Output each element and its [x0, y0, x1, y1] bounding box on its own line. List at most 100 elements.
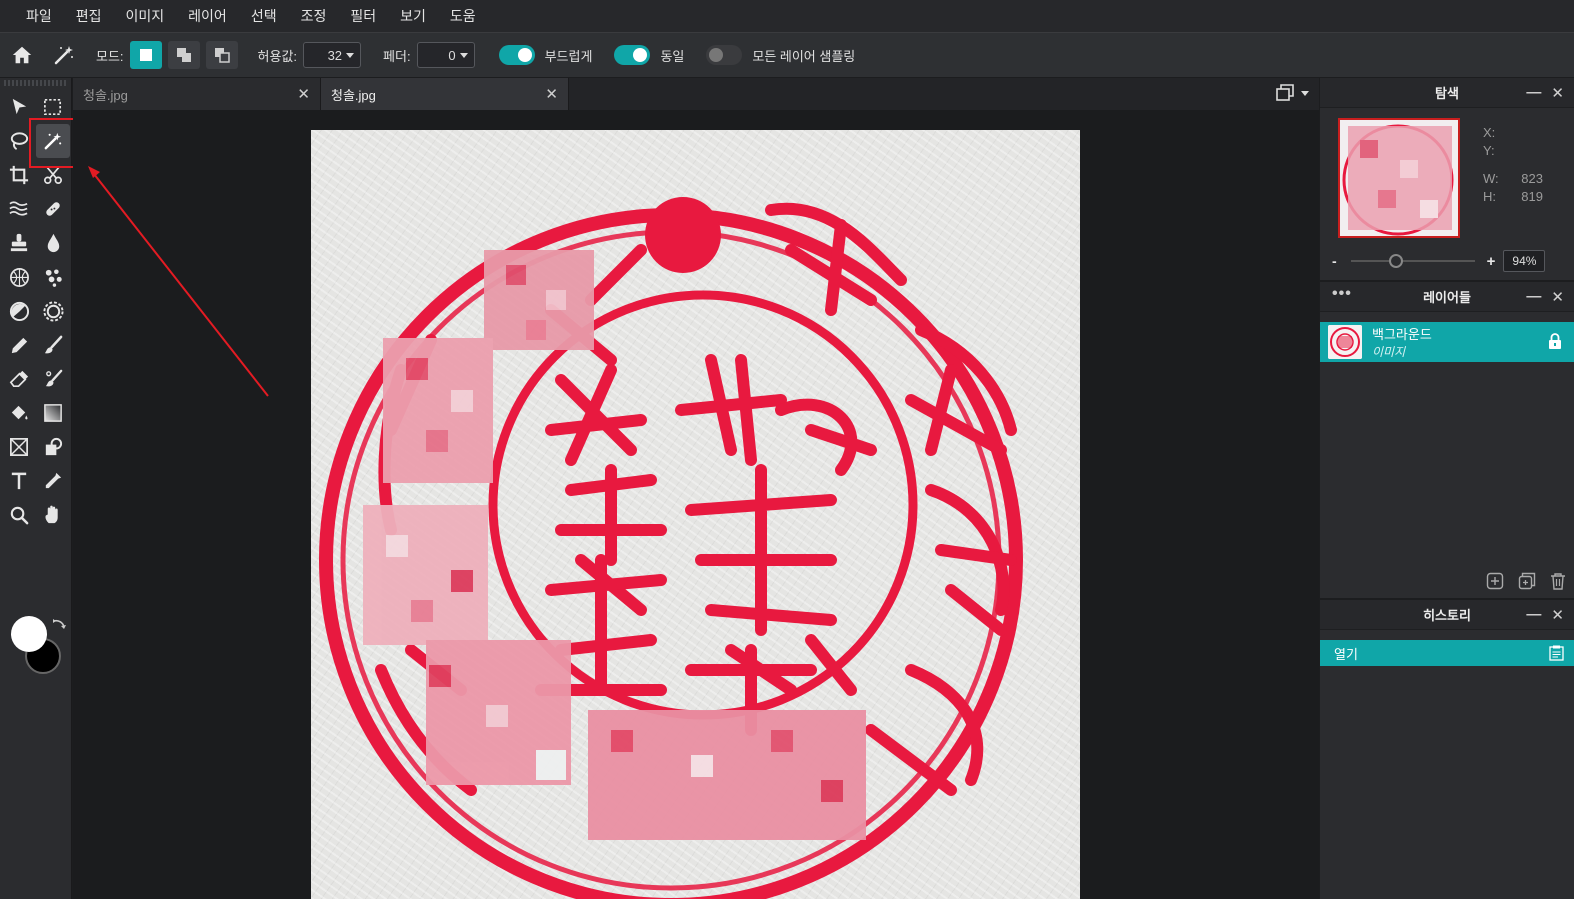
contiguous-toggle[interactable]: [614, 45, 651, 65]
menu-help[interactable]: 도움: [438, 0, 488, 32]
foreground-color-swatch[interactable]: [11, 616, 47, 652]
feather-input[interactable]: 0: [416, 42, 475, 68]
text-tool-button[interactable]: [2, 464, 36, 498]
width-value: 823: [1521, 171, 1543, 186]
menu-layer[interactable]: 레이어: [176, 0, 239, 32]
menu-select[interactable]: 선택: [239, 0, 289, 32]
layer-type: 이미지: [1372, 345, 1406, 359]
color-replace-tool-button[interactable]: [36, 362, 70, 396]
menu-view[interactable]: 보기: [388, 0, 438, 32]
clone-stamp-tool-button[interactable]: [2, 226, 36, 260]
eyedropper-tool-button[interactable]: [36, 464, 70, 498]
eraser-tool-button[interactable]: [2, 362, 36, 396]
dodge-tool-button[interactable]: [2, 294, 36, 328]
add-selection-icon: [176, 48, 191, 62]
close-icon[interactable]: ✕: [1551, 606, 1564, 624]
feather-label: 페더:: [383, 48, 411, 64]
mode-add-selection-button[interactable]: [167, 41, 200, 69]
zoom-out-button[interactable]: -: [1332, 253, 1337, 269]
active-tool-preview: [44, 33, 84, 78]
y-label: Y:: [1483, 143, 1495, 158]
fill-bucket-tool-button[interactable]: [2, 396, 36, 430]
pinch-tool-button[interactable]: [36, 294, 70, 328]
gradient-tool-button[interactable]: [36, 396, 70, 430]
tab-document-1[interactable]: 청솔.jpg ✕: [73, 78, 321, 110]
heal-tool-button[interactable]: [36, 192, 70, 226]
menu-image[interactable]: 이미지: [114, 0, 177, 32]
navigator-thumbnail[interactable]: [1338, 118, 1460, 238]
zoom-tool-button[interactable]: [2, 498, 36, 532]
liquify-tool-button[interactable]: [2, 192, 36, 226]
new-selection-icon: [139, 49, 152, 61]
home-icon: [12, 46, 32, 64]
zoom-slider[interactable]: [1350, 254, 1475, 268]
pencil-tool-icon: [11, 337, 28, 354]
brush-tool-icon: [44, 335, 63, 354]
minimize-icon[interactable]: —: [1526, 84, 1541, 102]
history-title: 히스토리: [1423, 608, 1471, 623]
brush-tool-button[interactable]: [36, 328, 70, 362]
spot-tool-icon: [45, 269, 62, 287]
layer-row[interactable]: 백그라운드 이미지: [1320, 322, 1574, 362]
eraser-tool-icon: [9, 370, 29, 388]
blur-tool-icon: [47, 233, 60, 253]
spot-tool-button[interactable]: [36, 260, 70, 294]
history-header: 히스토리 — ✕: [1320, 600, 1574, 630]
pinch-tool-icon: [43, 301, 64, 322]
sample-all-layers-toggle[interactable]: [706, 45, 743, 65]
navigator-header: 탐색 — ✕: [1320, 78, 1574, 108]
mode-subtract-selection-button[interactable]: [205, 41, 238, 69]
menu-edit[interactable]: 편집: [64, 0, 114, 32]
more-options-icon[interactable]: •••: [1332, 285, 1352, 303]
duplicate-layer-icon[interactable]: [1518, 572, 1536, 590]
close-icon[interactable]: ✕: [1551, 288, 1564, 306]
photo-editor-app: 파일 편집 이미지 레이어 선택 조정 필터 보기 도움 모드: 허용값: 32…: [0, 0, 1574, 899]
hand-tool-icon: [45, 505, 58, 524]
tab-document-2[interactable]: 청솔.jpg ✕: [321, 78, 569, 110]
panel-grip[interactable]: [4, 80, 67, 86]
tolerance-input[interactable]: 32: [303, 42, 362, 68]
canvas-workspace[interactable]: [73, 110, 1319, 899]
smooth-toggle[interactable]: [498, 45, 535, 65]
shape-tool-icon: [45, 437, 63, 456]
pencil-tool-button[interactable]: [2, 328, 36, 362]
home-button[interactable]: [0, 33, 44, 78]
hand-tool-button[interactable]: [36, 498, 70, 532]
menu-filter[interactable]: 필터: [338, 0, 388, 32]
swap-colors-icon[interactable]: [51, 618, 67, 634]
sponge-tool-button[interactable]: [2, 260, 36, 294]
chevron-down-icon: [1301, 90, 1309, 96]
blur-tool-button[interactable]: [36, 226, 70, 260]
navigator-info: X: Y: W: 823 H: 819: [1483, 124, 1543, 206]
tab-label: 청솔.jpg: [331, 87, 376, 103]
gradient-tool-icon: [44, 404, 62, 422]
sample-all-layers-label: 모든 레이어 샘플링: [752, 48, 856, 64]
dodge-tool-icon: [9, 301, 30, 322]
lock-icon[interactable]: [1548, 333, 1562, 350]
x-label: X:: [1483, 125, 1496, 140]
minimize-icon[interactable]: —: [1526, 288, 1541, 306]
tolerance-label: 허용값:: [257, 48, 298, 64]
history-item[interactable]: 열기: [1320, 640, 1574, 666]
close-icon[interactable]: ✕: [297, 85, 310, 103]
color-swatches: [8, 614, 68, 678]
close-icon[interactable]: ✕: [1551, 84, 1564, 102]
arrange-windows-button[interactable]: [1276, 84, 1309, 102]
shape-tool-button[interactable]: [36, 430, 70, 464]
menu-adjust[interactable]: 조정: [289, 0, 339, 32]
zoom-in-button[interactable]: +: [1487, 253, 1496, 270]
document-canvas[interactable]: [311, 130, 1080, 899]
document-tabs: 청솔.jpg ✕ 청솔.jpg ✕: [73, 78, 1319, 110]
menu-file[interactable]: 파일: [14, 0, 64, 32]
move-tool-icon: [12, 98, 27, 115]
frame-tool-button[interactable]: [2, 430, 36, 464]
zoom-slider-knob[interactable]: [1388, 254, 1403, 268]
add-layer-icon[interactable]: [1486, 572, 1504, 590]
zoom-input[interactable]: 94%: [1503, 250, 1546, 272]
close-icon[interactable]: ✕: [545, 85, 558, 103]
mode-new-selection-button[interactable]: [129, 41, 162, 69]
chevron-down-icon: [346, 52, 355, 58]
delete-layer-icon[interactable]: [1550, 572, 1566, 590]
text-tool-icon: [11, 472, 27, 490]
minimize-icon[interactable]: —: [1526, 606, 1541, 624]
